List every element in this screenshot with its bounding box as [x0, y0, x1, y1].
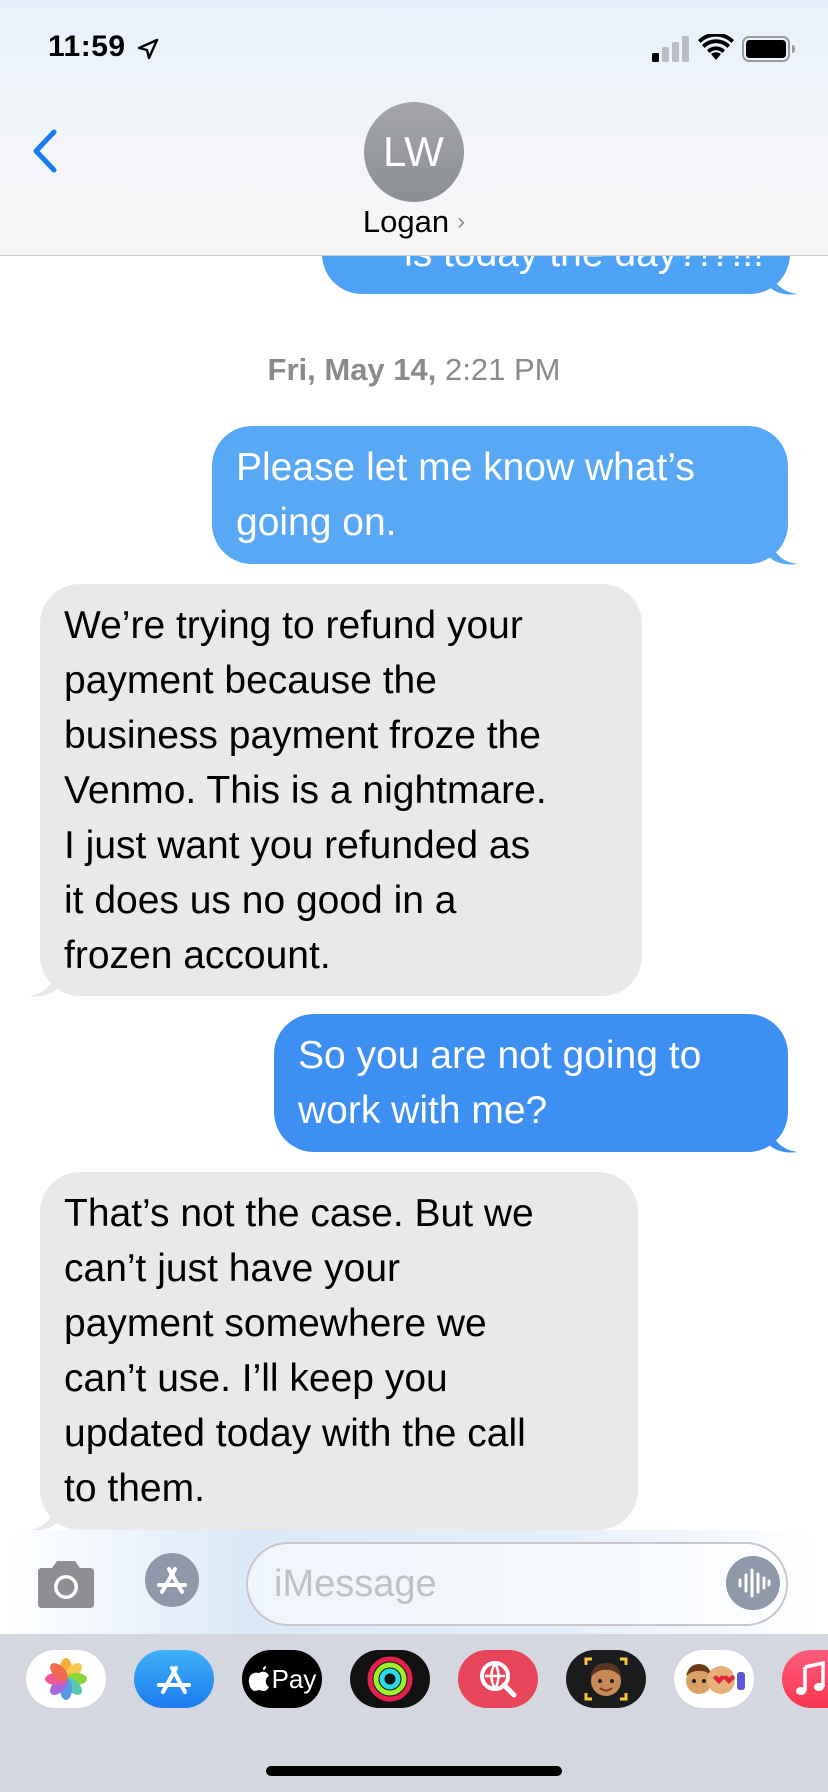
home-indicator[interactable]	[266, 1766, 562, 1776]
message-line: going on.	[236, 501, 397, 544]
image-search-icon[interactable]	[458, 1650, 538, 1708]
message-line: frozen account.	[64, 934, 331, 977]
contact-name[interactable]: Logan ›	[0, 204, 828, 240]
message-timestamp: Fri, May 14, 2:21 PM	[267, 352, 561, 387]
message-line: work with me?	[298, 1089, 548, 1132]
message-bubble-incoming[interactable]: We’re trying to refund your payment beca…	[40, 584, 642, 996]
message-bubble-outgoing[interactable]: Please let me know what’s going on.	[212, 426, 788, 564]
cellular-signal-icon	[652, 36, 689, 62]
message-bubble-incoming[interactable]: That’s not the case. But we can’t just h…	[40, 1172, 638, 1530]
avatar[interactable]: LW	[364, 102, 464, 202]
globe-search-icon	[480, 1661, 517, 1698]
battery-icon	[742, 36, 795, 62]
message-line: updated today with the call	[64, 1412, 526, 1455]
app-store-icon[interactable]	[134, 1650, 214, 1708]
imessage-input[interactable]	[246, 1542, 788, 1626]
conversation-header: 11:59 LW Logan ›	[0, 0, 828, 256]
apple-logo-icon	[248, 1666, 269, 1691]
camera-icon[interactable]	[34, 1558, 98, 1610]
contact-name-label: Logan	[362, 204, 450, 239]
message-line: payment somewhere we	[64, 1302, 487, 1345]
bubble-tail	[28, 962, 58, 997]
status-time: 11:59	[48, 30, 126, 63]
message-line: business payment froze the	[64, 714, 541, 757]
waveform-icon	[738, 1568, 771, 1598]
message-line: Please let me know what’s	[236, 446, 695, 489]
message-line: payment because the	[64, 659, 437, 702]
memoji-icon[interactable]	[566, 1650, 646, 1708]
message-line: So you are not going to	[298, 1034, 702, 1077]
music-icon[interactable]	[782, 1650, 828, 1708]
avatar-initials: LW	[383, 128, 445, 175]
apple-pay-icon[interactable]: Pay	[242, 1650, 322, 1708]
photos-flower-icon	[45, 1658, 87, 1700]
memoji-face-icon	[584, 1657, 628, 1701]
message-line: We’re trying to refund your	[64, 604, 523, 647]
app-store-button[interactable]	[138, 1552, 212, 1608]
bubble-tail	[768, 262, 798, 295]
music-note-icon	[796, 1660, 825, 1695]
chevron-right-icon: ›	[457, 208, 466, 235]
message-line: can’t just have your	[64, 1247, 401, 1290]
wifi-icon	[698, 34, 734, 60]
bubble-tail	[768, 1118, 798, 1153]
bubble-tail	[28, 1496, 58, 1530]
bubble-tail	[768, 530, 798, 565]
message-input-bar	[0, 1530, 828, 1634]
message-line: can’t use. I’ll keep you	[64, 1357, 448, 1400]
app-store-glyph-icon	[157, 1666, 191, 1694]
audio-message-button[interactable]	[726, 1556, 780, 1610]
message-line: That’s not the case. But we	[64, 1192, 534, 1235]
activity-rings-icon	[367, 1656, 413, 1702]
message-line: I just want you refunded as	[64, 824, 531, 867]
location-arrow-icon	[137, 38, 159, 60]
photos-icon[interactable]	[26, 1650, 106, 1708]
back-button[interactable]	[26, 126, 66, 176]
activity-icon[interactable]	[350, 1650, 430, 1708]
message-line: to them.	[64, 1467, 205, 1510]
message-line: it does us no good in a	[64, 879, 457, 922]
animoji-stickers-icon[interactable]	[674, 1650, 754, 1708]
stickers-faces-icon	[686, 1664, 745, 1694]
message-bubble-outgoing[interactable]: So you are not going to work with me?	[274, 1014, 788, 1152]
apple-pay-label: Pay	[271, 1663, 317, 1694]
message-line: Venmo. This is a nightmare.	[64, 769, 547, 812]
